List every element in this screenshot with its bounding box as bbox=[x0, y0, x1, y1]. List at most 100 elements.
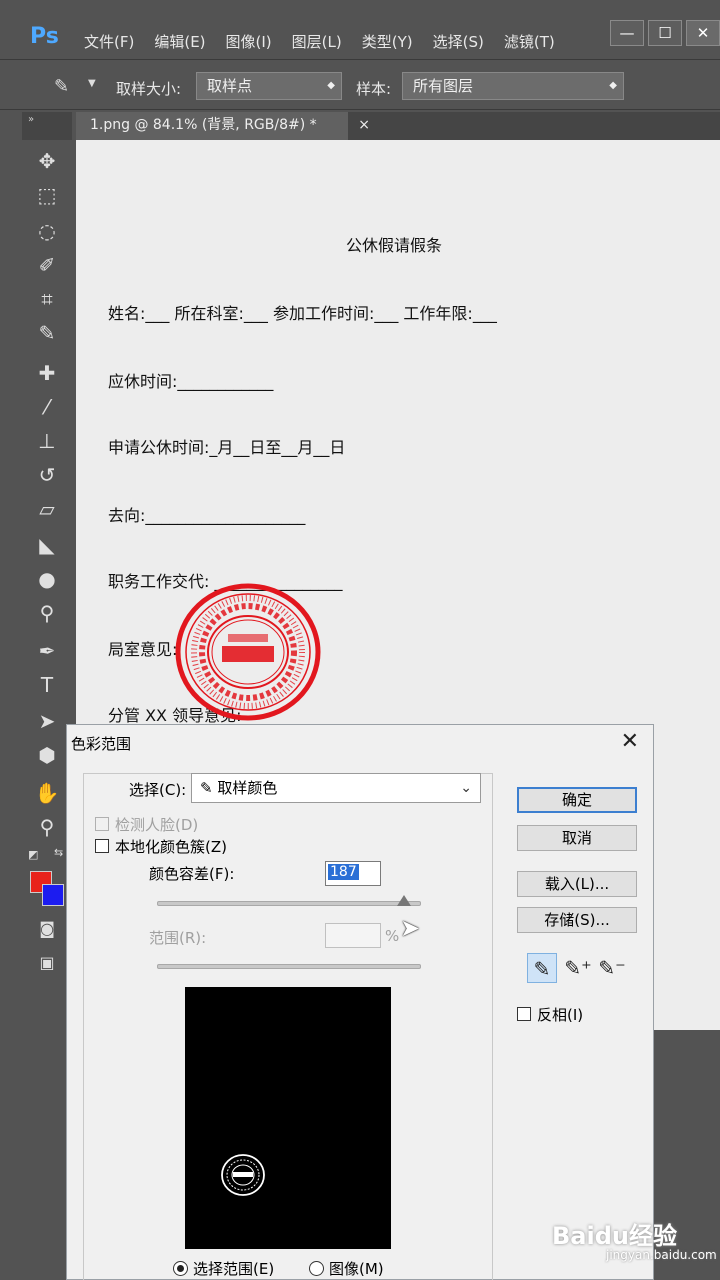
main-menu: 文件(F) 编辑(E) 图像(I) 图层(L) 类型(Y) 选择(S) 滤镜(T… bbox=[84, 31, 575, 52]
menu-filter[interactable]: 滤镜(T) bbox=[504, 31, 555, 52]
menu-select[interactable]: 选择(S) bbox=[433, 31, 484, 52]
toolbar-collapse-handle[interactable]: » bbox=[22, 112, 72, 140]
sample-select[interactable]: 所有图层 ◆ bbox=[402, 72, 624, 100]
select-label: 选择(C): bbox=[129, 781, 187, 799]
tool-preset-arrow-icon[interactable]: ▼ bbox=[88, 78, 96, 89]
localized-clusters-checkbox[interactable] bbox=[95, 839, 109, 853]
detect-faces-label: 检测人脸(D) bbox=[115, 816, 199, 834]
select-combobox[interactable]: ✎ 取样颜色 ⌄ bbox=[191, 773, 481, 803]
sample-size-label: 取样大小: bbox=[116, 80, 182, 98]
dialog-title: 色彩范围 bbox=[71, 735, 132, 753]
menu-bar: Ps 文件(F) 编辑(E) 图像(I) 图层(L) 类型(Y) 选择(S) 滤… bbox=[0, 0, 720, 60]
zoom-tool-icon[interactable]: ⚲ bbox=[34, 814, 60, 840]
photoshop-logo: Ps bbox=[30, 24, 59, 49]
load-button[interactable]: 载入(L)... bbox=[517, 871, 637, 897]
document-tab-bar: 1.png @ 84.1% (背景, RGB/8#) * × bbox=[76, 112, 720, 140]
sample-size-value: 取样点 bbox=[207, 77, 253, 95]
window-controls: — ☐ ✕ bbox=[606, 20, 720, 46]
mouse-pointer-icon: ➤ bbox=[400, 914, 421, 942]
brush-tool-icon[interactable]: ⁄ bbox=[34, 394, 60, 420]
localized-clusters-label: 本地化颜色簇(Z) bbox=[115, 838, 227, 856]
eyedropper-icon[interactable]: ✎ bbox=[54, 76, 69, 97]
eyedropper-icon[interactable]: ✎ bbox=[527, 953, 557, 983]
chevron-updown-icon: ◆ bbox=[609, 80, 617, 91]
sample-value: 所有图层 bbox=[413, 77, 474, 95]
clone-stamp-tool-icon[interactable]: ⊥ bbox=[34, 428, 60, 454]
crop-tool-icon[interactable]: ⌗ bbox=[34, 286, 60, 312]
minimize-button[interactable]: — bbox=[610, 20, 644, 46]
detect-faces-checkbox[interactable] bbox=[95, 817, 109, 831]
selection-radio[interactable] bbox=[173, 1261, 188, 1276]
shape-tool-icon[interactable]: ⬢ bbox=[34, 742, 60, 768]
lasso-tool-icon[interactable]: ◌ bbox=[34, 218, 60, 244]
menu-layer[interactable]: 图层(L) bbox=[292, 31, 342, 52]
preview-stamp-mask bbox=[221, 1154, 265, 1196]
image-radio-label: 图像(M) bbox=[329, 1260, 384, 1278]
menu-edit[interactable]: 编辑(E) bbox=[154, 31, 205, 52]
sample-size-select[interactable]: 取样点 ◆ bbox=[196, 72, 342, 100]
baidu-watermark: Baidu经验 bbox=[552, 1222, 677, 1250]
paint-bucket-tool-icon[interactable]: ◣ bbox=[34, 532, 60, 558]
document-tab[interactable]: 1.png @ 84.1% (背景, RGB/8#) * × bbox=[76, 112, 370, 140]
default-colors-icon[interactable]: ◩ bbox=[28, 848, 38, 861]
baidu-watermark-url: jingyan.baidu.com bbox=[606, 1248, 717, 1262]
menu-type[interactable]: 类型(Y) bbox=[362, 31, 413, 52]
blur-tool-icon[interactable]: ● bbox=[34, 566, 60, 592]
range-unit: % bbox=[385, 927, 400, 945]
fuzziness-slider-thumb[interactable] bbox=[397, 895, 411, 906]
document-line-apply-time: 申请公休时间:_月__日至__月__日 bbox=[108, 438, 346, 457]
type-tool-icon[interactable]: T bbox=[34, 672, 60, 698]
menu-file[interactable]: 文件(F) bbox=[84, 31, 134, 52]
pen-tool-icon[interactable]: ✒ bbox=[34, 638, 60, 664]
document-line-name: 姓名:___ 所在科室:___ 参加工作时间:___ 工作年限:___ bbox=[108, 304, 497, 323]
marquee-tool-icon[interactable]: ⬚ bbox=[34, 182, 60, 208]
document-tab-label: 1.png @ 84.1% (背景, RGB/8#) * bbox=[90, 117, 317, 133]
document-title: 公休假请假条 bbox=[346, 236, 443, 255]
maximize-button[interactable]: ☐ bbox=[648, 20, 682, 46]
range-slider-track[interactable] bbox=[157, 964, 421, 969]
move-tool-icon[interactable]: ✥ bbox=[34, 148, 60, 174]
selection-radio-label: 选择范围(E) bbox=[193, 1260, 275, 1278]
add-to-sample-eyedropper-icon[interactable]: ✎⁺ bbox=[563, 953, 593, 983]
hand-tool-icon[interactable]: ✋ bbox=[34, 780, 60, 806]
document-line-dept-opinion: 局室意见: bbox=[108, 640, 178, 659]
sample-eyedropper-icon: ✎ bbox=[200, 779, 218, 797]
ok-button[interactable]: 确定 bbox=[517, 787, 637, 813]
screen-mode-icon[interactable]: ▣ bbox=[34, 950, 60, 976]
close-tab-icon[interactable]: × bbox=[358, 112, 370, 138]
fuzziness-value: 187 bbox=[328, 864, 359, 880]
dodge-tool-icon[interactable]: ⚲ bbox=[34, 600, 60, 626]
chevron-down-icon: ⌄ bbox=[460, 780, 472, 796]
invert-label: 反相(I) bbox=[537, 1006, 584, 1024]
chevron-updown-icon: ◆ bbox=[327, 80, 335, 91]
path-selection-tool-icon[interactable]: ➤ bbox=[34, 708, 60, 734]
fuzziness-input[interactable]: 187 bbox=[325, 861, 381, 886]
background-color-swatch[interactable] bbox=[42, 884, 64, 906]
document-line-destination: 去向:____________________ bbox=[108, 506, 306, 525]
image-radio[interactable] bbox=[309, 1261, 324, 1276]
healing-brush-tool-icon[interactable]: ✚ bbox=[34, 360, 60, 386]
fuzziness-slider-track[interactable] bbox=[157, 901, 421, 906]
close-window-button[interactable]: ✕ bbox=[686, 20, 720, 46]
sample-label: 样本: bbox=[356, 80, 392, 98]
menu-image[interactable]: 图像(I) bbox=[226, 31, 272, 52]
red-seal-stamp bbox=[175, 583, 321, 721]
history-brush-tool-icon[interactable]: ↺ bbox=[34, 462, 60, 488]
dialog-close-icon[interactable]: ✕ bbox=[621, 729, 639, 754]
range-input[interactable] bbox=[325, 923, 381, 948]
selection-preview[interactable] bbox=[185, 987, 391, 1249]
options-bar: ✎ ▼ 取样大小: 取样点 ◆ 样本: 所有图层 ◆ bbox=[0, 62, 720, 110]
eraser-tool-icon[interactable]: ▱ bbox=[34, 496, 60, 522]
document-line-leave-time: 应休时间:____________ bbox=[108, 372, 274, 391]
quick-mask-icon[interactable]: ◙ bbox=[34, 916, 60, 942]
subtract-from-sample-eyedropper-icon[interactable]: ✎⁻ bbox=[597, 953, 627, 983]
quick-selection-tool-icon[interactable]: ✐ bbox=[34, 252, 60, 278]
swap-colors-icon[interactable]: ⇆ bbox=[54, 846, 63, 859]
invert-checkbox[interactable] bbox=[517, 1007, 531, 1021]
color-range-dialog: 色彩范围 ✕ 选择(C): ✎ 取样颜色 ⌄ 检测人脸(D) 本地化颜色簇(Z)… bbox=[66, 724, 654, 1280]
save-button[interactable]: 存储(S)... bbox=[517, 907, 637, 933]
cancel-button[interactable]: 取消 bbox=[517, 825, 637, 851]
eyedropper-tool-icon[interactable]: ✎ bbox=[34, 320, 60, 346]
fuzziness-label: 颜色容差(F): bbox=[149, 865, 235, 883]
select-value: 取样颜色 bbox=[217, 779, 278, 797]
